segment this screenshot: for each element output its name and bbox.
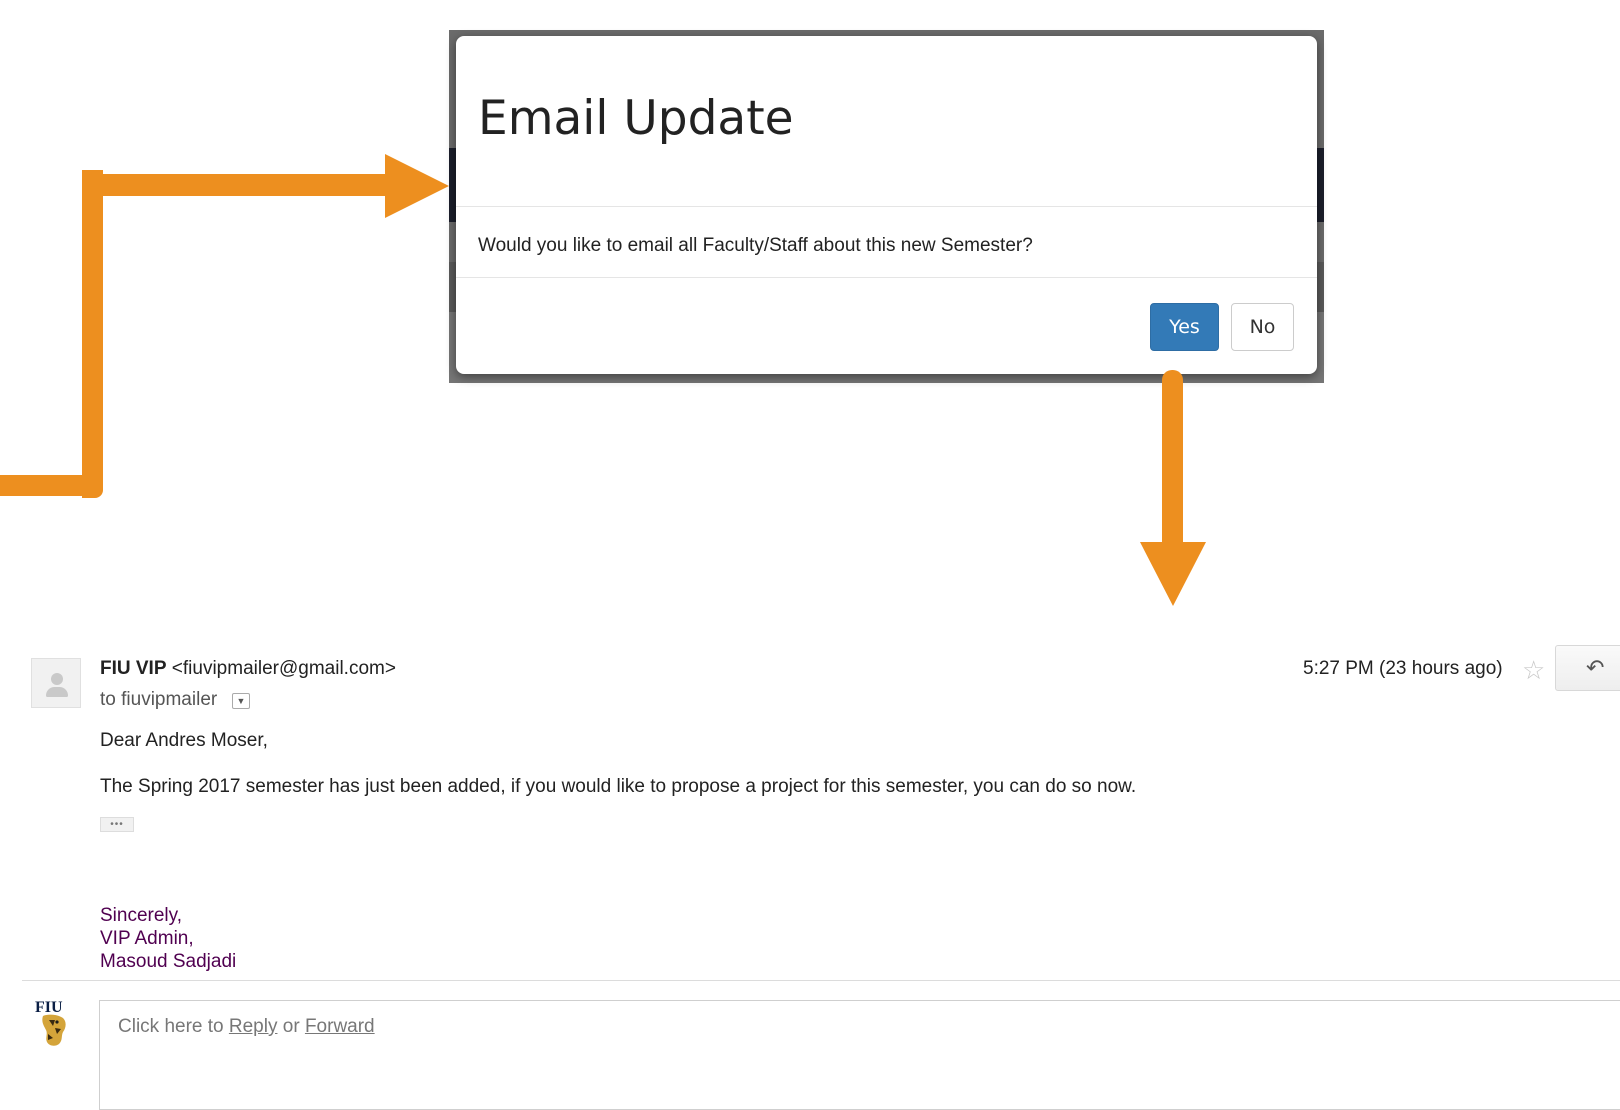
recipient-line: to fiuvipmailer [100, 689, 218, 710]
left-arrow-top-segment [82, 174, 392, 196]
reply-link[interactable]: Reply [229, 1016, 278, 1037]
left-arrow-bottom-segment [0, 475, 103, 496]
sender-line: FIU VIP <fiuvipmailer@gmail.com> [100, 658, 396, 680]
email-timestamp: 5:27 PM (23 hours ago) [1303, 658, 1503, 679]
forward-link[interactable]: Forward [305, 1016, 375, 1037]
reply-prompt: Click here to Reply or Forward [118, 1016, 375, 1038]
email-greeting: Dear Andres Moser, [100, 730, 268, 751]
chevron-down-icon[interactable]: ▼ [232, 693, 250, 709]
reply-box[interactable]: Click here to Reply or Forward [99, 1000, 1620, 1110]
sender-avatar [31, 658, 81, 708]
modal-title: Email Update [478, 91, 794, 146]
email-body: The Spring 2017 semester has just been a… [100, 776, 1137, 797]
person-icon [51, 673, 63, 685]
reply-arrow-icon: ↶ [1586, 655, 1605, 680]
sender-address: <fiuvipmailer@gmail.com> [171, 658, 396, 679]
email-divider [22, 980, 1620, 981]
signature-line: Masoud Sadjadi [100, 951, 237, 972]
yes-button[interactable]: Yes [1150, 303, 1219, 351]
modal-header-divider [456, 206, 1317, 207]
modal-message: Would you like to email all Faculty/Staf… [478, 235, 1033, 256]
no-button[interactable]: No [1231, 303, 1294, 351]
fiu-logo-text: FIU [35, 999, 63, 1016]
left-arrow-vertical [82, 170, 103, 498]
modal-footer-divider [456, 277, 1317, 278]
email-update-modal: Email Update Would you like to email all… [456, 36, 1317, 374]
star-icon[interactable]: ☆ [1522, 655, 1545, 686]
fiu-logo: FIU [35, 999, 66, 1046]
sender-name[interactable]: FIU VIP [100, 658, 167, 679]
show-trimmed-content-button[interactable]: ••• [100, 817, 134, 832]
down-arrow-shaft [1162, 370, 1183, 548]
arrow-right-head-icon [385, 154, 449, 218]
arrow-down-head-icon [1140, 542, 1206, 606]
signature-line: Sincerely, [100, 905, 183, 926]
person-icon-body [46, 687, 68, 697]
reply-button[interactable]: ↶ [1555, 645, 1620, 691]
reply-prefix: Click here to [118, 1016, 224, 1037]
reply-or: or [282, 1016, 300, 1037]
signature-line: VIP Admin, [100, 928, 194, 949]
